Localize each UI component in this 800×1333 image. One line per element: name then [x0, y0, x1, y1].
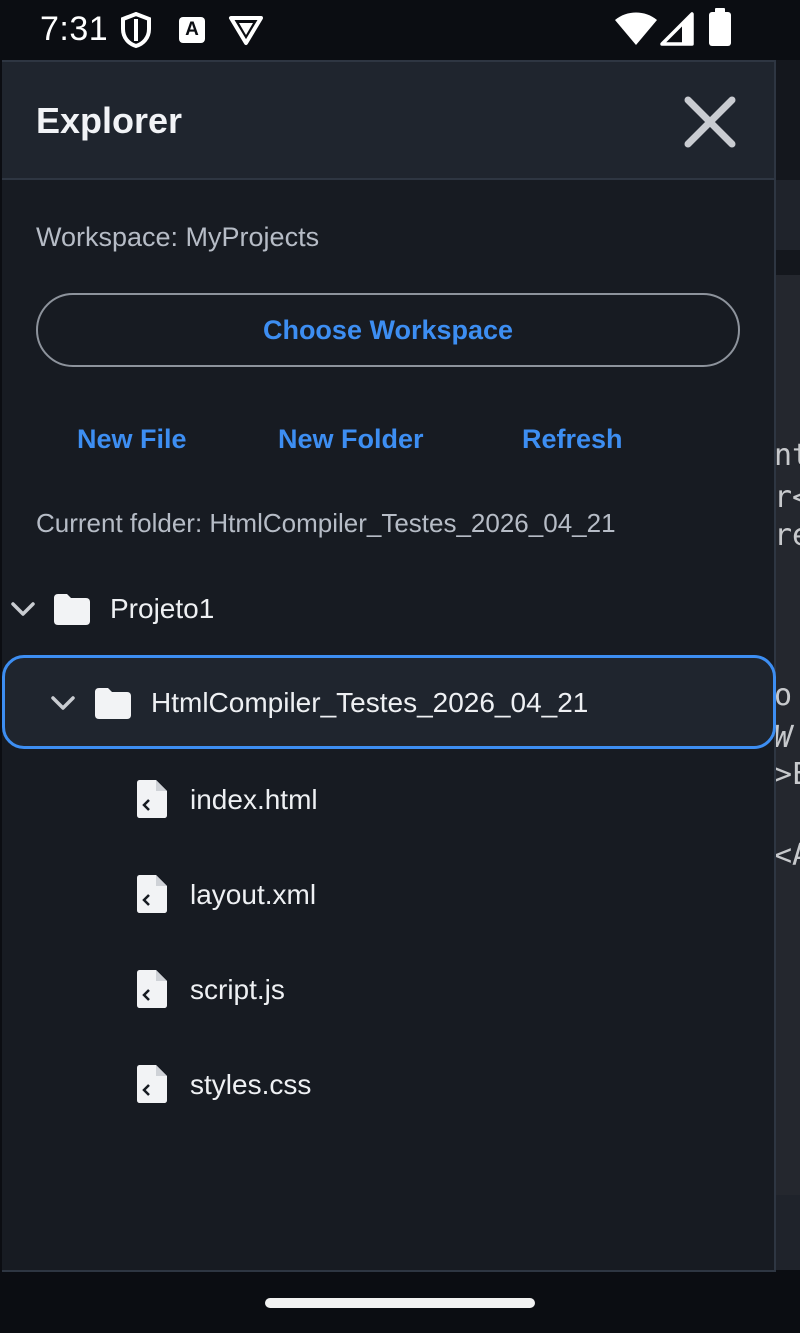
tree-item-label: layout.xml: [190, 879, 317, 910]
close-button[interactable]: [678, 90, 742, 154]
code-fragment: re: [776, 518, 800, 553]
status-time: 7:31: [40, 10, 109, 48]
background-code-area: nt r< re o W >E <A: [776, 275, 800, 1195]
tree-folder-row-selected[interactable]: HtmlCompiler_Testes_2026_04_21: [2, 655, 776, 749]
tree-item-label: styles.css: [190, 1069, 312, 1100]
tree-file-row[interactable]: styles.css: [2, 1039, 774, 1133]
refresh-button[interactable]: Refresh: [522, 424, 623, 455]
vpn-badge-icon: [228, 14, 264, 51]
battery-icon: [708, 8, 732, 51]
screen: 7:31 A n r r o > < Explorer Workspace: M…: [0, 0, 800, 1333]
code-file-icon: [137, 970, 167, 1008]
current-folder-label: Current folder: HtmlCompiler_Testes_2026…: [36, 508, 616, 538]
new-folder-button[interactable]: New Folder: [278, 424, 424, 455]
explorer-drawer: Explorer Workspace: MyProjects Choose Wo…: [2, 60, 776, 1272]
code-fragment: >E: [776, 757, 800, 792]
code-file-icon: [137, 875, 167, 913]
code-fragment: r<: [776, 480, 800, 515]
code-fragment: W: [776, 720, 792, 755]
drawer-header: Explorer: [2, 62, 774, 180]
drawer-title: Explorer: [36, 100, 183, 141]
code-file-icon: [137, 780, 167, 818]
tree-file-row[interactable]: script.js: [2, 944, 774, 1038]
wifi-icon: [614, 12, 658, 51]
status-bar: 7:31 A: [0, 0, 800, 60]
new-file-button[interactable]: New File: [77, 424, 187, 455]
folder-icon: [54, 594, 90, 625]
close-icon: [684, 96, 736, 148]
gesture-handle[interactable]: [265, 1298, 535, 1308]
chevron-down-icon[interactable]: [10, 601, 36, 617]
tree-item-label: HtmlCompiler_Testes_2026_04_21: [151, 687, 589, 718]
tree-item-label: script.js: [190, 974, 285, 1005]
navigation-bar: [0, 1272, 800, 1333]
tree-item-label: index.html: [190, 784, 318, 815]
background-editor-header: [776, 180, 800, 250]
tree-folder-row[interactable]: Projeto1: [2, 563, 774, 657]
code-fragment: <A: [776, 838, 800, 873]
code-file-icon: [137, 1065, 167, 1103]
background-editor-footer: [776, 1195, 800, 1270]
tree-file-row[interactable]: index.html: [2, 754, 774, 848]
code-fragment: nt: [776, 438, 800, 473]
translate-a-icon: A: [179, 17, 205, 43]
chevron-down-icon[interactable]: [50, 695, 76, 711]
workspace-label: Workspace: MyProjects: [36, 222, 320, 252]
choose-workspace-button[interactable]: Choose Workspace: [36, 293, 740, 367]
code-fragment: o: [776, 678, 793, 713]
shield-icon: [120, 11, 152, 53]
tree-item-label: Projeto1: [110, 593, 215, 624]
tree-file-row[interactable]: layout.xml: [2, 849, 774, 943]
cell-signal-icon: [660, 12, 694, 51]
folder-icon: [95, 688, 131, 719]
